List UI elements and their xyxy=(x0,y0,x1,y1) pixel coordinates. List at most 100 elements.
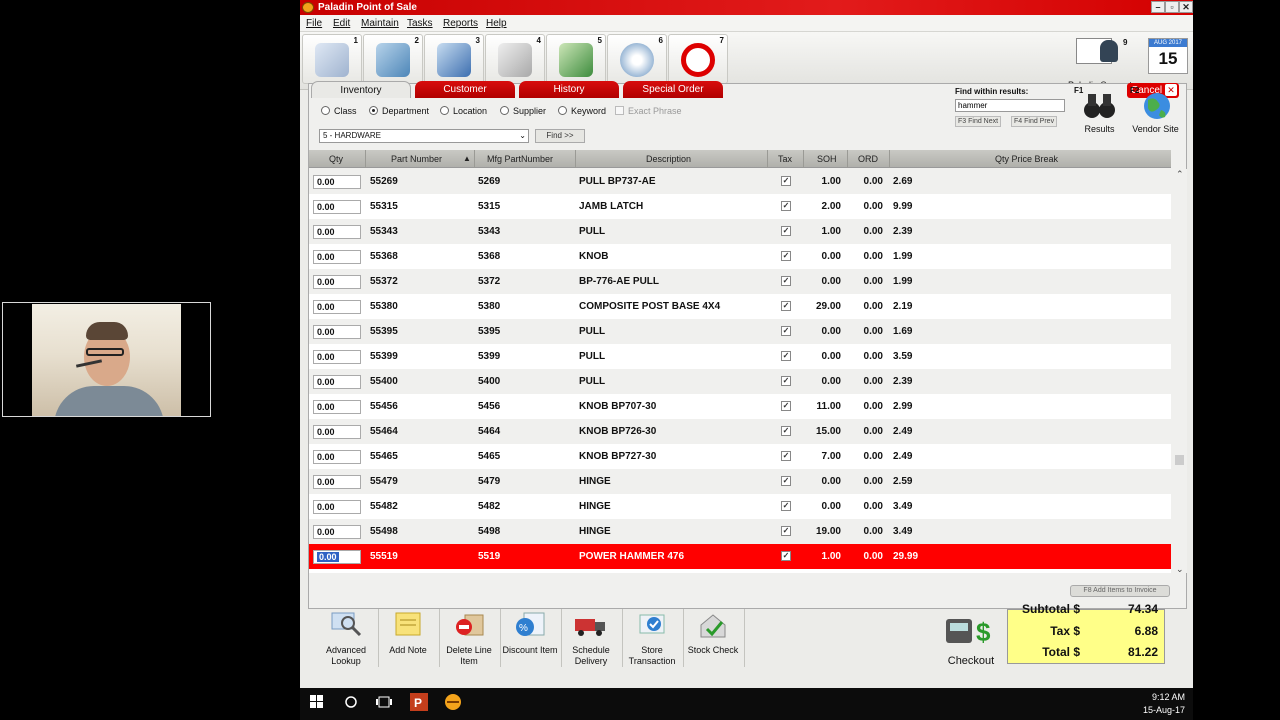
table-row[interactable]: 0.00 55315 5315 JAMB LATCH 2.00 0.00 9.99 ✓ xyxy=(309,194,1171,219)
tax-checkbox[interactable]: ✓ xyxy=(781,251,791,261)
toolbar-invoice-button[interactable]: 1 xyxy=(302,34,362,84)
maximize-icon[interactable]: ▫ xyxy=(1165,1,1179,13)
qty-input[interactable]: 0.00 xyxy=(313,450,361,464)
chevron-down-icon[interactable]: ⌄ xyxy=(1176,564,1184,575)
table-row[interactable]: 0.00 55498 5498 HINGE 19.00 0.00 3.49 ✓ xyxy=(309,519,1171,544)
tax-checkbox[interactable]: ✓ xyxy=(781,276,791,286)
tax-checkbox[interactable]: ✓ xyxy=(781,301,791,311)
column-qty[interactable]: Qty xyxy=(329,154,343,164)
system-clock[interactable]: 9:12 AM 15-Aug-17 xyxy=(1143,691,1185,717)
table-row[interactable]: 0.00 55479 5479 HINGE 0.00 0.00 2.59 ✓ xyxy=(309,469,1171,494)
tax-checkbox[interactable]: ✓ xyxy=(781,476,791,486)
tax-checkbox[interactable]: ✓ xyxy=(781,401,791,411)
menu-reports[interactable]: Reports xyxy=(443,18,478,29)
tax-checkbox[interactable]: ✓ xyxy=(781,451,791,461)
chevron-up-icon[interactable]: ⌃ xyxy=(1176,169,1184,180)
table-row[interactable]: 0.00 55465 5465 KNOB BP727-30 7.00 0.00 2.49 ✓ xyxy=(309,444,1171,469)
paladin-taskbar-icon[interactable] xyxy=(444,693,462,714)
toolbar-button-2[interactable]: 2 xyxy=(363,34,423,84)
toolbar-button-6[interactable]: 6 xyxy=(607,34,667,84)
find-prev-button[interactable]: F4 Find Prev xyxy=(1011,116,1058,127)
radio-class[interactable]: Class xyxy=(321,106,357,116)
qty-input[interactable]: 0.00 xyxy=(313,250,361,264)
delete-line-item-button[interactable]: Delete Line Item xyxy=(439,609,499,667)
table-row[interactable]: 0.00 55399 5399 PULL 0.00 0.00 3.59 ✓ xyxy=(309,344,1171,369)
tab-inventory[interactable]: Inventory xyxy=(311,81,411,98)
tax-checkbox[interactable]: ✓ xyxy=(781,501,791,511)
table-row[interactable]: 0.00 55456 5456 KNOB BP707-30 11.00 0.00 2.99 ✓ xyxy=(309,394,1171,419)
table-row[interactable]: 0.00 55395 5395 PULL 0.00 0.00 1.69 ✓ xyxy=(309,319,1171,344)
tab-customer[interactable]: Customer xyxy=(415,81,515,98)
qty-input[interactable]: 0.00 xyxy=(313,375,361,389)
qty-input[interactable]: 0.00 xyxy=(313,175,361,189)
radio-supplier[interactable]: Supplier xyxy=(500,106,546,116)
store-transaction-button[interactable]: Store Transaction xyxy=(622,609,682,667)
tax-checkbox[interactable]: ✓ xyxy=(781,376,791,386)
stock-check-button[interactable]: Stock Check xyxy=(683,609,743,667)
tax-checkbox[interactable]: ✓ xyxy=(781,176,791,186)
qty-input[interactable]: 0.00 xyxy=(313,300,361,314)
column-mfg-part-number[interactable]: Mfg PartNumber xyxy=(487,154,553,164)
find-button[interactable]: Find >> xyxy=(535,129,585,143)
column-soh[interactable]: SOH xyxy=(817,154,837,164)
table-row[interactable]: 0.00 55482 5482 HINGE 0.00 0.00 3.49 ✓ xyxy=(309,494,1171,519)
tax-checkbox[interactable]: ✓ xyxy=(781,426,791,436)
column-qty-price-break[interactable]: Qty Price Break xyxy=(995,154,1058,164)
qty-input[interactable]: 0.00 xyxy=(313,225,361,239)
find-within-input[interactable] xyxy=(955,99,1065,112)
column-description[interactable]: Description xyxy=(646,154,691,164)
search-icon[interactable] xyxy=(344,695,358,712)
radio-department[interactable]: Department xyxy=(369,106,429,116)
table-row[interactable]: 0.00 55269 5269 PULL BP737-AE 1.00 0.00 2.69 ✓ xyxy=(309,169,1171,194)
radio-keyword[interactable]: Keyword xyxy=(558,106,606,116)
scroll-thumb[interactable] xyxy=(1175,455,1184,465)
column-tax[interactable]: Tax xyxy=(778,154,792,164)
tax-checkbox[interactable]: ✓ xyxy=(781,351,791,361)
table-row[interactable]: 0.00 55400 5400 PULL 0.00 0.00 2.39 ✓ xyxy=(309,369,1171,394)
close-icon[interactable]: ✕ xyxy=(1179,1,1193,13)
calendar-icon[interactable]: AUG 2017 15 xyxy=(1148,38,1188,74)
column-ord[interactable]: ORD xyxy=(858,154,878,164)
windows-start-icon[interactable] xyxy=(310,695,324,712)
qty-input[interactable]: 0.00 xyxy=(313,525,361,539)
tab-special-order[interactable]: Special Order xyxy=(623,81,723,98)
find-next-button[interactable]: F3 Find Next xyxy=(955,116,1002,127)
menu-edit[interactable]: Edit xyxy=(333,18,350,29)
qty-input[interactable]: 0.00 xyxy=(313,275,361,289)
table-row[interactable]: 0.00 55368 5368 KNOB 0.00 0.00 1.99 ✓ xyxy=(309,244,1171,269)
exact-phrase-checkbox[interactable]: Exact Phrase xyxy=(615,106,682,116)
qty-input[interactable]: 0.00 xyxy=(313,350,361,364)
department-select[interactable]: 5 - HARDWARE ⌄ xyxy=(319,129,529,143)
qty-input[interactable]: 0.00 xyxy=(313,475,361,489)
paladin-support-button[interactable]: 9 Paladin Support xyxy=(1066,34,1134,90)
qty-input[interactable]: 0.00 xyxy=(313,325,361,339)
menu-maintain[interactable]: Maintain xyxy=(361,18,399,29)
table-row[interactable]: 0.00 55372 5372 BP-776-AE PULL 0.00 0.00 1.99 ✓ xyxy=(309,269,1171,294)
discount-item-button[interactable]: % Discount Item xyxy=(500,609,560,667)
tax-checkbox[interactable]: ✓ xyxy=(781,526,791,536)
tax-checkbox[interactable]: ✓ xyxy=(781,326,791,336)
powerpoint-icon[interactable]: P xyxy=(410,693,428,714)
advanced-lookup-button[interactable]: Advanced Lookup xyxy=(316,609,376,667)
table-row[interactable]: 0.00 55343 5343 PULL 1.00 0.00 2.39 ✓ xyxy=(309,219,1171,244)
qty-input[interactable]: 0.00 xyxy=(313,200,361,214)
tax-checkbox[interactable]: ✓ xyxy=(781,551,791,561)
toolbar-button-7[interactable]: 7 xyxy=(668,34,728,84)
toolbar-button-3[interactable]: 3 xyxy=(424,34,484,84)
table-row[interactable]: 0.00 55380 5380 COMPOSITE POST BASE 4X4 29.0… xyxy=(309,294,1171,319)
menu-file[interactable]: File xyxy=(306,18,322,29)
add-note-button[interactable]: Add Note xyxy=(378,609,438,667)
toolbar-button-5[interactable]: 5 xyxy=(546,34,606,84)
tab-history[interactable]: History xyxy=(519,81,619,98)
toolbar-button-4[interactable]: 4 xyxy=(485,34,545,84)
vertical-scrollbar[interactable]: ⌃ ⌄ xyxy=(1173,169,1187,575)
qty-input[interactable]: 0.00 xyxy=(313,400,361,414)
column-part-number[interactable]: Part Number xyxy=(391,154,442,164)
menu-tasks[interactable]: Tasks xyxy=(407,18,433,29)
tax-checkbox[interactable]: ✓ xyxy=(781,226,791,236)
vendor-site-button[interactable]: F2 Vendor Site xyxy=(1128,84,1183,134)
radio-location[interactable]: Location xyxy=(440,106,487,116)
table-row[interactable]: 0.00 55464 5464 KNOB BP726-30 15.00 0.00 2.49 ✓ xyxy=(309,419,1171,444)
menu-help[interactable]: Help xyxy=(486,18,507,29)
tax-checkbox[interactable]: ✓ xyxy=(781,201,791,211)
